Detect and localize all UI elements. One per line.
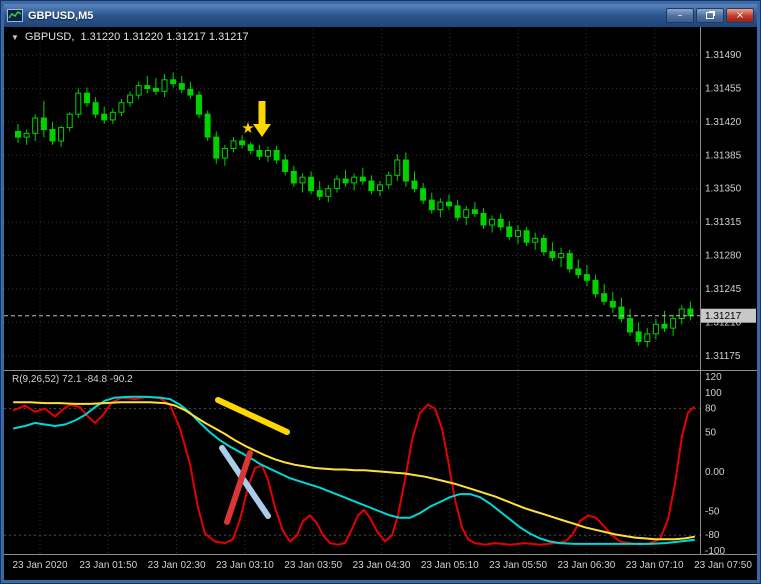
indicator-label: R(9,26,52) 72.1 -84.8 -90.2 (12, 374, 133, 385)
window-title: GBPUSD,M5 (28, 9, 94, 22)
window-controls: – × (666, 8, 754, 23)
chart-canvas[interactable]: 1.314901.314551.314201.313851.313501.313… (4, 27, 757, 580)
chart-client-area: 1.31490 1.31455 1.31420 1.31385 1.31350 1.313… (4, 27, 757, 580)
svg-text:★: ★ (241, 120, 254, 137)
chart-icon (7, 9, 23, 22)
restore-icon (705, 12, 714, 19)
collapse-arrow-icon[interactable]: ▼ (11, 33, 19, 42)
ohlc-values: 1.31220 1.31220 1.31217 1.31217 (80, 31, 249, 43)
pane-splitter[interactable] (4, 368, 700, 373)
restore-button[interactable] (696, 8, 724, 23)
symbol-label: GBPUSD, (24, 31, 75, 43)
price-axis[interactable] (700, 27, 757, 555)
close-button[interactable]: × (726, 8, 754, 23)
titlebar[interactable]: GBPUSD,M5 – × (4, 4, 757, 27)
symbol-info: ▼ GBPUSD, 1.31220 1.31220 1.31217 1.3121… (11, 31, 249, 43)
chart-window: GBPUSD,M5 – × 1.31490 1.31455 1.31420 1.313… (0, 0, 761, 584)
time-axis[interactable] (4, 555, 757, 580)
minimize-button[interactable]: – (666, 8, 694, 23)
